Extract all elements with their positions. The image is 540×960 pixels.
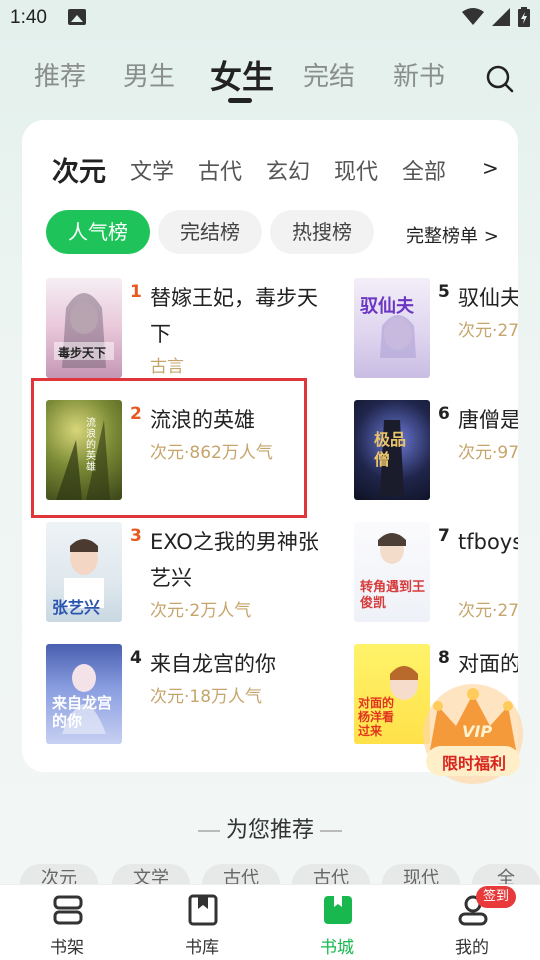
rank-number: 5 bbox=[438, 282, 450, 302]
checkin-badge[interactable]: 签到 bbox=[476, 886, 516, 908]
bookstore-icon bbox=[324, 896, 352, 924]
full-list-link[interactable]: 完整榜单 > bbox=[406, 222, 499, 248]
category-ancient[interactable]: 古代 bbox=[198, 154, 242, 186]
rank-tabs: 人气榜 完结榜 热搜榜 完整榜单 > bbox=[22, 210, 518, 254]
book-item[interactable]: 来自龙宫的你 4 来自龙宫的你 次元·18万人气 bbox=[46, 644, 346, 754]
active-tab-indicator bbox=[228, 98, 252, 103]
book-item[interactable]: 毒步天下 1 替嫁王妃，毒步天下 古言 bbox=[46, 278, 346, 388]
rank-number: 8 bbox=[438, 648, 450, 668]
cover-title: 对面的杨洋看过来 bbox=[358, 696, 395, 738]
cover-title: 来自龙宫的你 bbox=[52, 694, 113, 730]
tab-male[interactable]: 男生 bbox=[123, 56, 175, 93]
book-title: EXO之我的男神张艺兴 bbox=[150, 530, 319, 590]
category-literature[interactable]: 文学 bbox=[130, 154, 174, 186]
rank-number: 7 bbox=[438, 526, 450, 546]
book-title: 驭仙夫 bbox=[458, 286, 518, 310]
nav-library-label: 书库 bbox=[185, 938, 219, 958]
promo-badge[interactable]: VIP 限时福利 bbox=[416, 676, 530, 786]
book-item[interactable]: 张艺兴 3 EXO之我的男神张艺兴 次元·2万人气 bbox=[46, 522, 346, 632]
recommend-heading-text: 为您推荐 bbox=[225, 818, 314, 843]
rank-number: 1 bbox=[130, 282, 142, 302]
search-icon[interactable] bbox=[486, 65, 514, 93]
rank-number: 6 bbox=[438, 404, 450, 424]
cover-title: 驭仙夫 bbox=[360, 296, 414, 317]
cover-title: 转角遇到王俊凯 bbox=[360, 580, 426, 611]
library-icon bbox=[188, 894, 218, 926]
book-item[interactable]: 转角遇到王俊凯 7 tfboys王俊凯 次元·27 bbox=[354, 522, 518, 632]
book-meta: 次元·27 bbox=[458, 321, 518, 341]
book-cover: 极品僧 bbox=[354, 400, 430, 500]
book-title: 来自龙宫的你 bbox=[150, 652, 276, 676]
rank-tab-hot-search[interactable]: 热搜榜 bbox=[270, 210, 374, 254]
book-meta: 次元·27 bbox=[458, 601, 518, 621]
cover-title: 毒步天下 bbox=[58, 346, 107, 360]
book-cover: 驭仙夫 bbox=[354, 278, 430, 378]
recommend-heading: 为您推荐 bbox=[0, 812, 540, 844]
book-cover: 转角遇到王俊凯 bbox=[354, 522, 430, 622]
tab-recommend[interactable]: 推荐 bbox=[34, 56, 86, 93]
nav-library[interactable]: 书库 bbox=[152, 885, 252, 960]
nav-bookstore[interactable]: 书城 bbox=[287, 885, 387, 960]
signal-icon bbox=[492, 8, 510, 26]
promo-label: 限时福利 bbox=[441, 754, 506, 773]
highlight-box bbox=[31, 378, 307, 518]
rank-tab-completed[interactable]: 完结榜 bbox=[158, 210, 262, 254]
category-ciyuan[interactable]: 次元 bbox=[52, 150, 106, 189]
tab-completed[interactable]: 完结 bbox=[303, 56, 355, 93]
cover-title: 张艺兴 bbox=[52, 598, 101, 617]
book-meta: 古言 bbox=[150, 357, 184, 377]
rank-tab-popular[interactable]: 人气榜 bbox=[46, 210, 150, 254]
rank-number: 4 bbox=[130, 648, 142, 668]
book-cover: 张艺兴 bbox=[46, 522, 122, 622]
book-title: tfboys王俊凯 bbox=[458, 530, 518, 554]
tab-new-books[interactable]: 新书 bbox=[393, 56, 445, 93]
book-item[interactable]: 驭仙夫 5 驭仙夫 次元·27 bbox=[354, 278, 518, 388]
top-tabs: 推荐 男生 女生 完结 新书 bbox=[0, 56, 540, 106]
status-bar: 1:40 bbox=[0, 0, 540, 36]
category-modern[interactable]: 现代 bbox=[334, 154, 378, 186]
nav-bookstore-label: 书城 bbox=[320, 938, 354, 958]
category-more-arrow[interactable]: > bbox=[482, 156, 499, 180]
nav-bookshelf[interactable]: 书架 bbox=[17, 885, 117, 960]
book-title: 唐僧是 bbox=[458, 408, 518, 432]
status-time: 1:40 bbox=[10, 7, 47, 28]
book-cover: 毒步天下 bbox=[46, 278, 122, 378]
promo-vip-text: VIP bbox=[462, 722, 493, 741]
book-meta: 次元·2万人气 bbox=[150, 601, 252, 621]
battery-icon bbox=[518, 7, 530, 27]
category-tabs: 次元 文学 古代 玄幻 现代 全部 > bbox=[22, 150, 518, 190]
wifi-icon bbox=[462, 8, 484, 25]
tab-female[interactable]: 女生 bbox=[210, 52, 274, 98]
nav-bookshelf-label: 书架 bbox=[50, 938, 84, 958]
book-title: 替嫁王妃，毒步天下 bbox=[150, 286, 318, 346]
rank-number: 3 bbox=[130, 526, 142, 546]
bottom-nav: 书架 书库 书城 我的 bbox=[0, 884, 540, 960]
category-all[interactable]: 全部 bbox=[402, 154, 446, 186]
book-cover: 来自龙宫的你 bbox=[46, 644, 122, 744]
book-meta: 次元·18万人气 bbox=[150, 687, 263, 707]
category-fantasy[interactable]: 玄幻 bbox=[266, 154, 310, 186]
cover-title: 极品僧 bbox=[374, 430, 407, 469]
book-item[interactable]: 极品僧 6 唐僧是 次元·97 bbox=[354, 400, 518, 510]
photo-notification-icon bbox=[68, 9, 86, 25]
book-meta: 次元·97 bbox=[458, 443, 518, 463]
bookshelf-icon bbox=[53, 895, 83, 925]
nav-profile-label: 我的 bbox=[455, 938, 489, 958]
